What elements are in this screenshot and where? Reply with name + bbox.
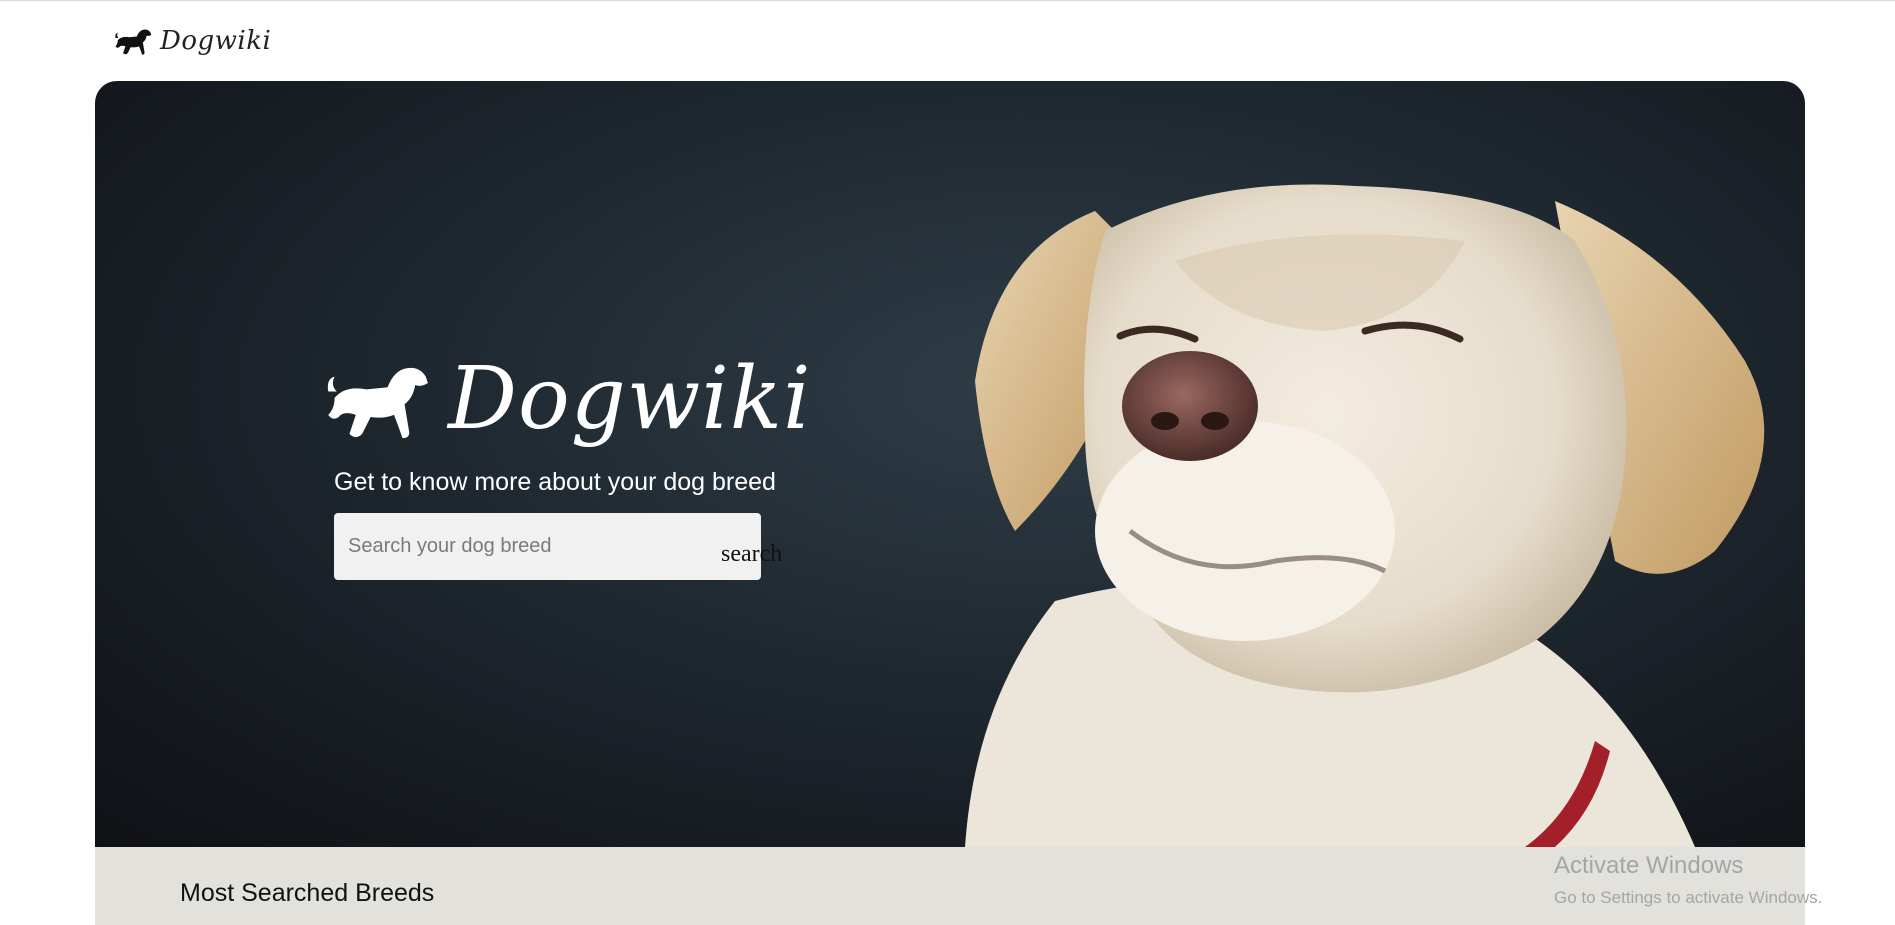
dog-logo-icon[interactable] xyxy=(114,25,152,57)
most-searched-title: Most Searched Breeds xyxy=(180,879,435,907)
hero-banner: Dogwiki Get to know more about your dog … xyxy=(95,81,1805,847)
watermark-title: Activate Windows xyxy=(1554,852,1744,879)
hero-brand: Dogwiki xyxy=(324,326,884,450)
search-button[interactable]: search xyxy=(721,541,782,568)
most-searched-section: Most Searched Breeds xyxy=(95,847,1805,925)
search-input[interactable] xyxy=(334,513,708,580)
logo-text[interactable]: Dogwiki xyxy=(160,26,271,56)
hero-brand-text: Dogwiki xyxy=(448,349,812,449)
hero-tagline: Get to know more about your dog breed xyxy=(334,468,776,496)
hero-dog-logo-icon xyxy=(324,355,430,450)
watermark-subtitle: Go to Settings to activate Windows. xyxy=(1554,888,1823,907)
search-box: search xyxy=(334,513,782,580)
top-border xyxy=(0,0,1895,1)
windows-activation-watermark: Activate Windows Go to Settings to activ… xyxy=(1554,852,1822,908)
site-header: Dogwiki xyxy=(114,22,271,60)
hero-content: Dogwiki Get to know more about your dog … xyxy=(324,326,884,497)
